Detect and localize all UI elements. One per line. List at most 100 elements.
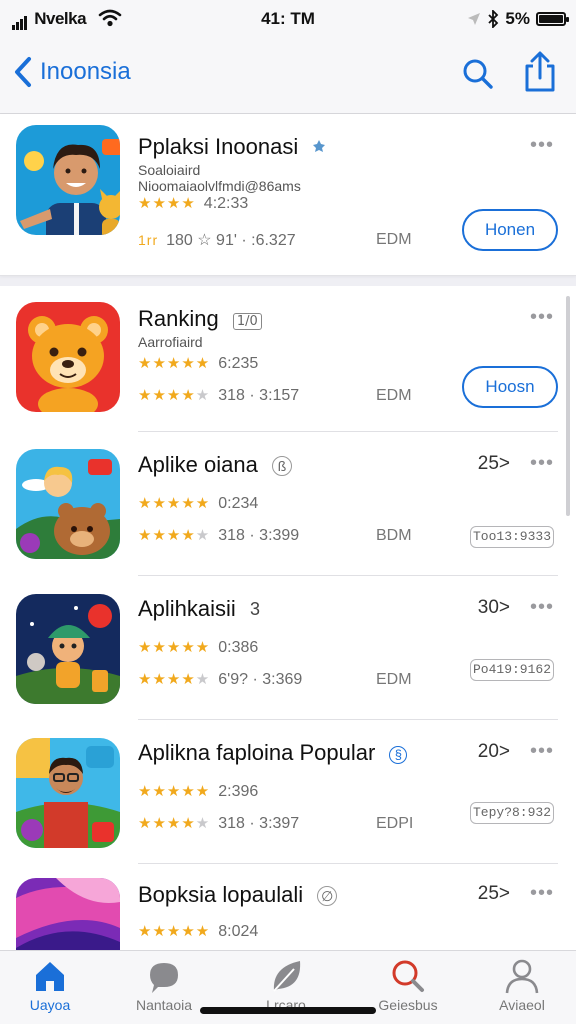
more-options-icon[interactable]: ••• <box>530 882 554 905</box>
app-title[interactable]: Aplikna faploina Popular § <box>138 740 408 766</box>
app-edm: BDM <box>376 527 412 544</box>
tab-label: Aviaeol <box>499 997 545 1013</box>
featured-stats-value: 180 ☆ 91' · :6.327 <box>166 232 296 249</box>
app-get-button[interactable]: Hoosn <box>462 366 558 408</box>
app-stats: ★★★★★ 318 · 3:157 <box>138 387 300 404</box>
featured-rating-value: 4:2:33 <box>203 195 249 212</box>
app-edm: EDM <box>376 387 412 404</box>
app-rating-value: 2:396 <box>218 783 259 800</box>
star-rating-icon: ★★★★ <box>138 195 196 212</box>
app-size-pill[interactable]: Too13:9333 <box>470 526 554 548</box>
tab-leaf[interactable]: Lrcaro <box>236 957 336 1013</box>
app-icon-adventure <box>16 594 120 704</box>
battery-percent: 5% <box>505 9 530 28</box>
app-size-pill[interactable]: Po419:9162 <box>470 659 554 681</box>
featured-rating: ★★★★ 4:2:33 <box>138 194 248 213</box>
featured-developer: Nioomaiaolvlfmdi@86ams <box>138 178 301 194</box>
app-count: 25> <box>477 453 510 474</box>
app-stats: ★★★★★ 318 · 3:399 <box>138 527 300 544</box>
tab-label: Uayoa <box>29 997 71 1013</box>
app-rating: ★★★★★ 6:235 <box>138 355 259 372</box>
app-stats-value: 6'9? · 3:369 <box>218 671 303 688</box>
app-stats: ★★★★★ 318 · 3:397 <box>138 815 300 832</box>
more-options-icon[interactable]: ••• <box>530 740 554 763</box>
app-badge-icon: ß <box>272 456 292 476</box>
featured-stats: 1rr 180 ☆ 91' · :6.327 <box>138 230 296 250</box>
more-options-icon[interactable]: ••• <box>530 452 554 475</box>
app-title[interactable]: Bopksia lopaulali ∅ <box>138 882 338 908</box>
featured-app-card[interactable]: Pplaksi Inoonasi Soaloiaird Nioomaiaolvl… <box>0 114 576 276</box>
app-subtitle: Aarrofiaird <box>138 334 203 350</box>
battery-icon <box>536 12 569 26</box>
status-bar: Nvelka 41: TM 5% <box>0 0 576 38</box>
tab-label: Nantaoia <box>135 997 193 1013</box>
app-title-text: Aplike oiana <box>138 452 258 477</box>
back-button[interactable]: Inoonsia <box>12 56 131 88</box>
leaf-icon <box>273 961 301 992</box>
app-title-text: Aplikna faploina Popular <box>138 740 376 765</box>
list-item[interactable]: Aplihkaisii 3 ★★★★★ 0:386 ★★★★★ 6'9? · 3:3… <box>0 576 576 720</box>
app-badge-icon: § <box>389 746 408 764</box>
featured-subtitle: Soaloiaird <box>138 162 201 178</box>
bluetooth-icon <box>488 10 499 28</box>
tab-search[interactable]: Geiesbus <box>358 957 458 1013</box>
app-rating-value: 6:235 <box>218 355 259 372</box>
app-icon-bear <box>16 302 120 412</box>
featured-get-button[interactable]: Honen <box>462 209 558 251</box>
app-rating-value: 0:386 <box>218 639 259 656</box>
more-options-icon[interactable]: ••• <box>530 596 554 619</box>
app-rating-value: 8:024 <box>218 923 259 940</box>
home-indicator[interactable] <box>200 1007 376 1014</box>
app-edm: EDPI <box>376 815 414 832</box>
search-icon <box>392 960 424 992</box>
app-icon-popular <box>16 738 120 848</box>
list-item[interactable]: Aplike oiana ß ★★★★★ 0:234 ★★★★★ 318 · 3:3… <box>0 432 576 576</box>
app-edm: EDM <box>376 671 412 688</box>
featured-edm: EDM <box>376 231 412 248</box>
app-stats-value: 318 · 3:399 <box>218 527 300 544</box>
app-rating-value: 0:234 <box>218 495 259 512</box>
list-item[interactable]: Bopksia lopaulali ∅ ★★★★★ 8:024 25> ••• <box>0 864 576 950</box>
tab-profile[interactable]: Aviaeol <box>472 957 572 1013</box>
featured-title-text: Pplaksi Inoonasi <box>138 134 299 159</box>
app-rating: ★★★★★ 2:396 <box>138 783 259 800</box>
nav-bar: Inoonsia <box>0 38 576 114</box>
app-list: Ranking 1/0 Aarrofiaird ★★★★★ 6:235 ★★★★★… <box>0 286 576 950</box>
location-icon <box>468 13 481 25</box>
featured-app-icon <box>16 125 120 235</box>
list-item[interactable]: Aplikna faploina Popular § ★★★★★ 2:396 ★★… <box>0 720 576 864</box>
app-count: 25> <box>477 883 510 904</box>
app-title[interactable]: Ranking 1/0 <box>138 306 262 332</box>
app-badge-icon: 1/0 <box>232 313 262 330</box>
app-badge-icon: 3 <box>249 599 260 619</box>
app-stats: ★★★★★ 6'9? · 3:369 <box>138 671 303 688</box>
back-label: Inoonsia <box>40 58 131 85</box>
tab-chat[interactable]: Nantaoia <box>114 957 214 1013</box>
chat-icon <box>150 963 178 993</box>
app-count: 30> <box>477 597 510 618</box>
app-stats-value: 318 · 3:157 <box>218 387 300 404</box>
home-icon <box>36 962 64 991</box>
app-title[interactable]: Aplihkaisii 3 <box>138 596 260 622</box>
app-title[interactable]: Aplike oiana ß <box>138 452 292 478</box>
more-options-icon[interactable]: ••• <box>530 134 554 157</box>
app-icon-family <box>16 449 120 559</box>
scrollbar[interactable] <box>566 296 570 516</box>
tab-home[interactable]: Uayoa <box>0 957 100 1013</box>
app-title-text: Aplihkaisii <box>138 596 236 621</box>
app-badge-icon: ∅ <box>317 886 338 906</box>
app-title-text: Bopksia lopaulali <box>138 882 304 907</box>
app-rating: ★★★★★ 8:024 <box>138 923 259 940</box>
chevron-left-icon <box>15 57 31 87</box>
search-icon[interactable] <box>458 54 498 94</box>
app-rating: ★★★★★ 0:386 <box>138 639 259 656</box>
featured-stats-prefix: 1rr <box>138 232 159 248</box>
verified-badge-icon <box>313 140 326 152</box>
list-item[interactable]: Ranking 1/0 Aarrofiaird ★★★★★ 6:235 ★★★★★… <box>0 286 576 432</box>
more-options-icon[interactable]: ••• <box>530 306 554 329</box>
share-icon[interactable] <box>520 50 560 94</box>
app-count: 20> <box>477 741 510 762</box>
status-right: 5% <box>467 9 569 29</box>
featured-app-title[interactable]: Pplaksi Inoonasi <box>138 134 326 160</box>
app-size-pill[interactable]: Tepy?8:932 <box>470 802 554 824</box>
